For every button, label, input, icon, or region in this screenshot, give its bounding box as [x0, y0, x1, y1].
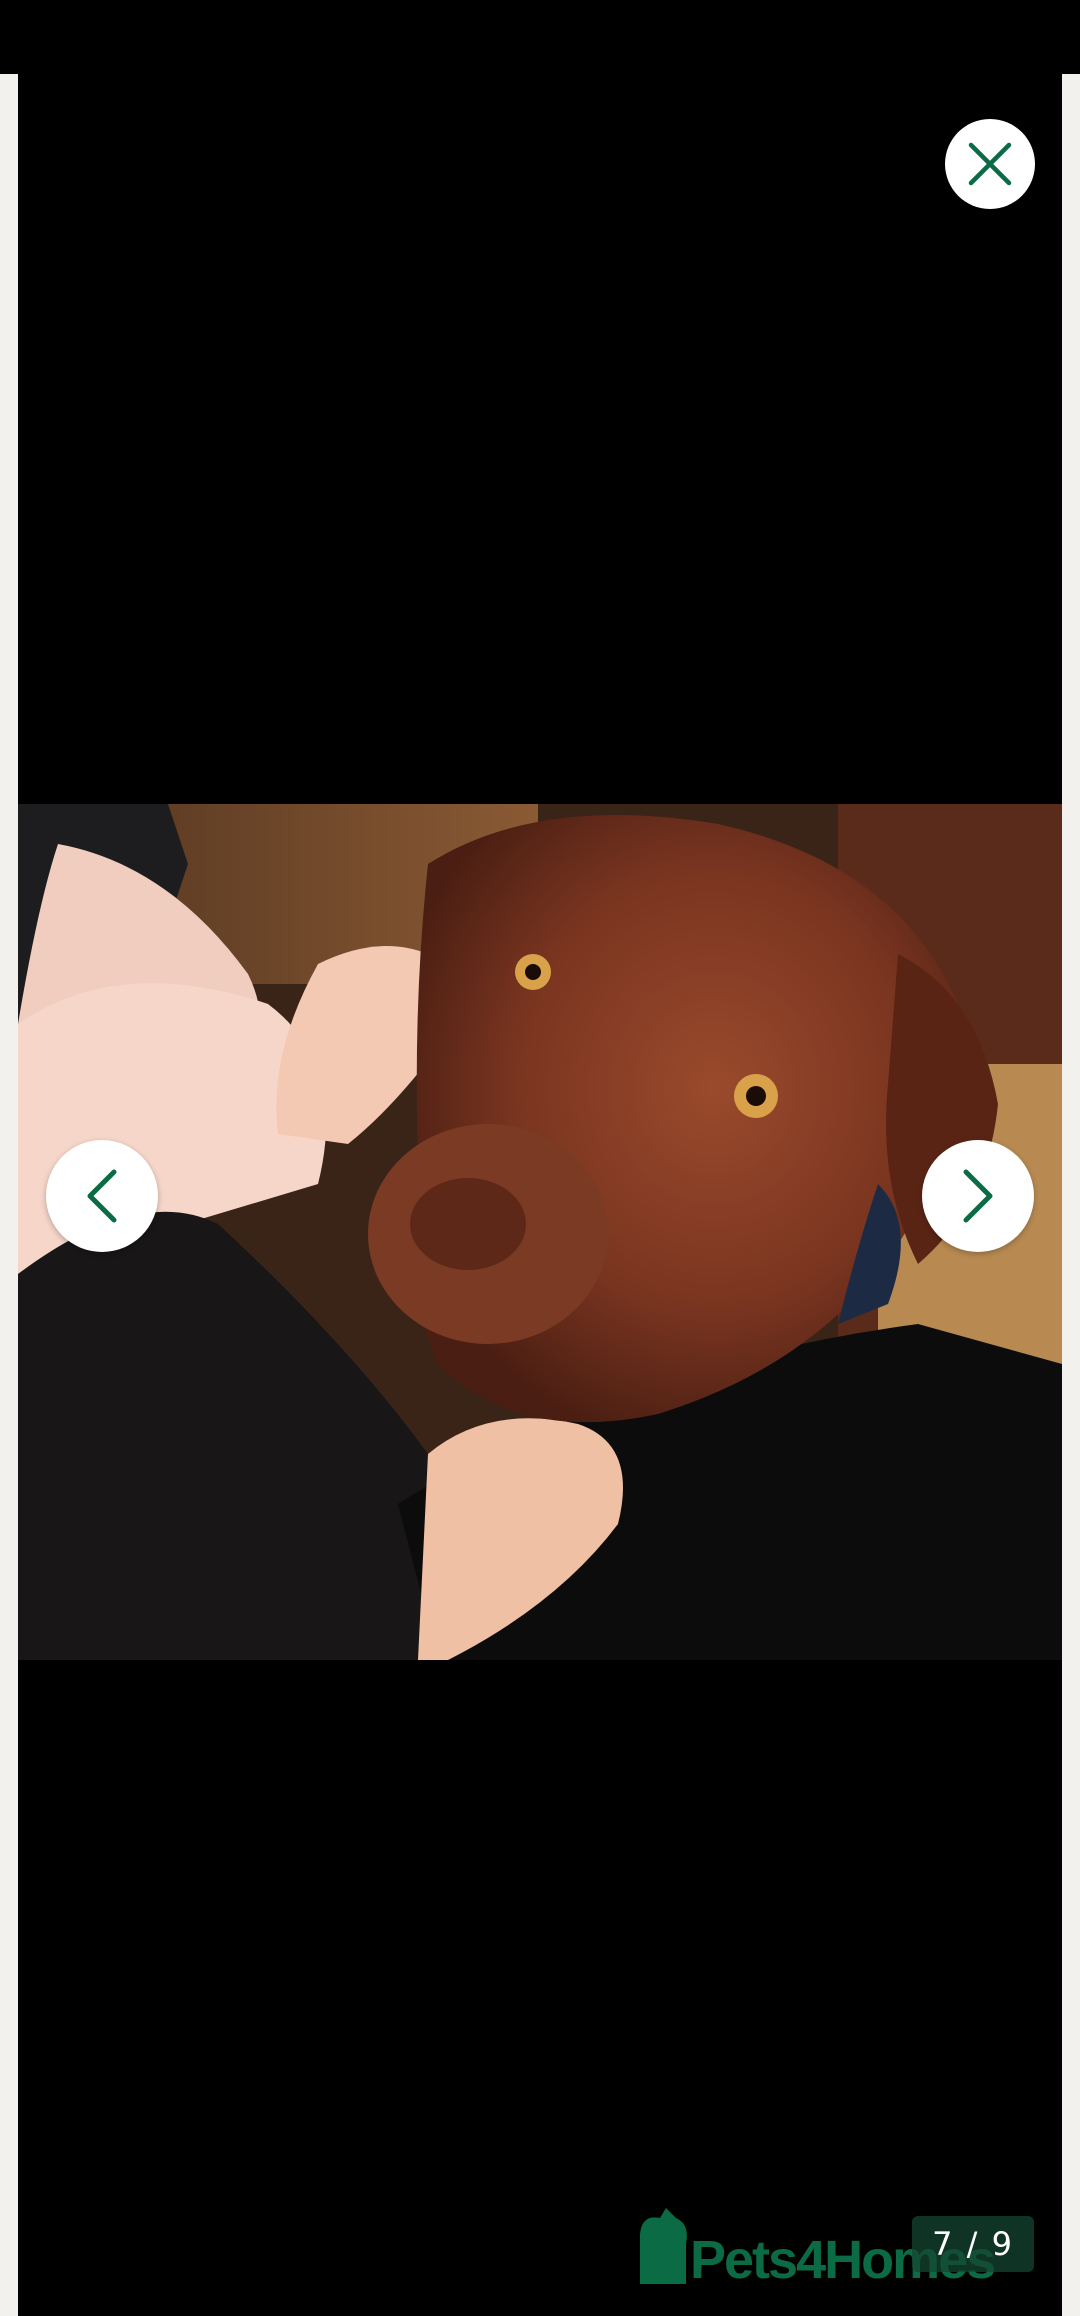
close-button[interactable]	[945, 119, 1035, 209]
close-icon	[968, 142, 1012, 186]
chevron-left-icon	[87, 1169, 117, 1223]
pet-photo	[18, 804, 1062, 1660]
status-bar	[0, 0, 1080, 74]
previous-image-button[interactable]	[46, 1140, 158, 1252]
next-image-button[interactable]	[922, 1140, 1034, 1252]
image-counter: 7 / 9	[912, 2216, 1034, 2272]
image-viewer: Pets4Homes 7 / 9	[18, 74, 1062, 2316]
chevron-right-icon	[963, 1169, 993, 1223]
